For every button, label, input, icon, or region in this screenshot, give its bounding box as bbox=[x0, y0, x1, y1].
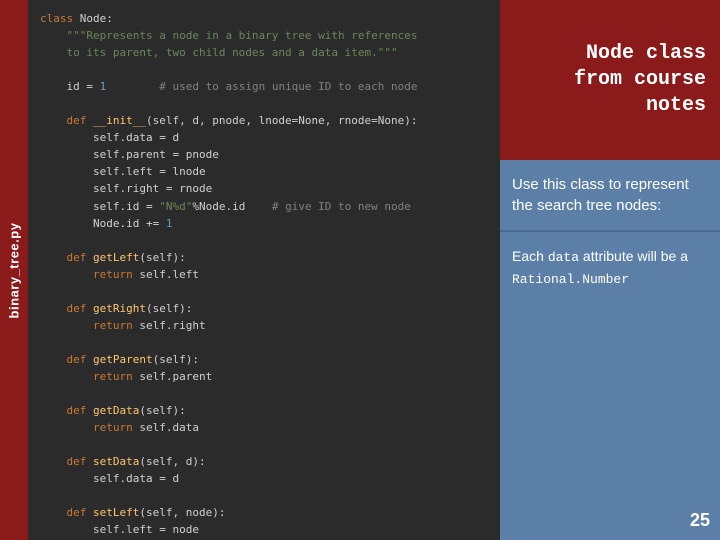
code-rational: Rational.Number bbox=[512, 272, 629, 287]
main-content: class Node: """Represents a node in a bi… bbox=[28, 0, 720, 540]
page-number: 25 bbox=[690, 507, 710, 534]
note-box-bottom: Each data attribute will be a Rational.N… bbox=[500, 230, 720, 540]
note-box-middle: Use this class to represent the search t… bbox=[500, 160, 720, 230]
right-panel: Node classfrom coursenotes Use this clas… bbox=[500, 0, 720, 540]
sidebar: binary_tree.py bbox=[0, 0, 28, 540]
note-body1: Use this class to represent the search t… bbox=[512, 176, 689, 214]
note-body2: Each data attribute will be a Rational.N… bbox=[512, 248, 688, 286]
title-text: Node classfrom coursenotes bbox=[574, 41, 706, 119]
code-panel: class Node: """Represents a node in a bi… bbox=[28, 0, 500, 540]
code-block: class Node: """Represents a node in a bi… bbox=[40, 10, 488, 540]
sidebar-label: binary_tree.py bbox=[7, 222, 22, 318]
note-box-title: Node classfrom coursenotes bbox=[500, 0, 720, 160]
code-data: data bbox=[548, 250, 579, 265]
